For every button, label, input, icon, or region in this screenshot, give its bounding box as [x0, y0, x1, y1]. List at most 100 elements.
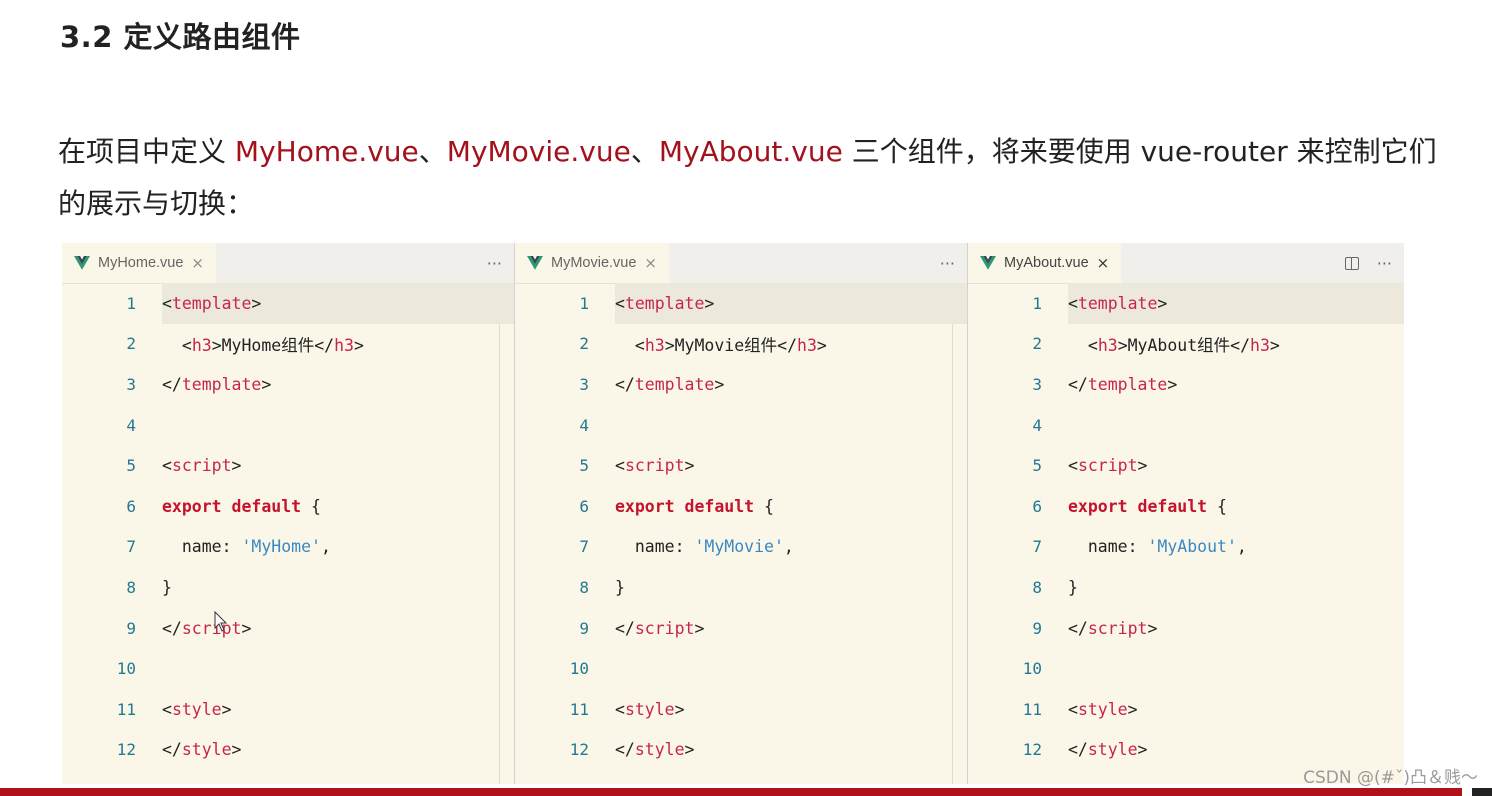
corner-block — [1472, 788, 1492, 796]
line-number: 1 — [579, 293, 589, 313]
code-text: <template> — [1068, 294, 1167, 313]
tab-myhome[interactable]: MyHome.vue × — [62, 243, 216, 283]
code-token: > — [353, 335, 364, 355]
line-number: 4 — [1032, 415, 1042, 435]
code-token: > — [684, 740, 695, 760]
tag-token: style — [634, 740, 685, 760]
line-number: 2 — [126, 334, 136, 354]
code-token: > — [1137, 456, 1148, 476]
code-text: <script> — [615, 456, 694, 475]
line-number: 5 — [126, 456, 136, 476]
vue-logo-icon — [527, 256, 543, 270]
code-line[interactable]: 8} — [968, 567, 1404, 608]
slide-bottom-bar — [0, 788, 1462, 796]
line-number: 4 — [579, 415, 589, 435]
code-line[interactable]: 10 — [62, 648, 514, 689]
tag-token: style — [171, 699, 222, 719]
line-number: 10 — [569, 659, 589, 679]
tag-token: h3 — [797, 335, 817, 355]
close-icon[interactable]: × — [644, 254, 657, 272]
code-area[interactable]: 1 < template > 2 <h3>MyMovie组件</h3> 3 </templa… — [515, 283, 967, 784]
code-token: < — [162, 335, 192, 355]
code-token: name: — [162, 537, 242, 557]
code-line[interactable]: 3 </template> — [62, 364, 514, 405]
code-line[interactable]: 7 name: 'MyHome', — [62, 527, 514, 568]
para-prefix: 在项目中定义 — [58, 135, 235, 168]
close-icon[interactable]: × — [191, 254, 204, 272]
line-number: 3 — [1032, 374, 1042, 394]
tab-myabout[interactable]: MyAbout.vue × — [968, 243, 1122, 283]
code-token: </ — [615, 740, 635, 760]
code-line[interactable]: 7 name: 'MyMovie', — [515, 527, 967, 568]
code-token: > — [221, 699, 232, 719]
code-line[interactable]: 3 </template> — [968, 364, 1404, 405]
code-text: <h3>MyMovie组件</h3> — [615, 332, 827, 356]
more-actions-icon[interactable]: ··· — [1377, 254, 1392, 273]
line-number: 5 — [1032, 456, 1042, 476]
line-number: 7 — [579, 537, 589, 557]
code-text: name: 'MyHome', — [162, 537, 331, 556]
tab-mymovie[interactable]: MyMovie.vue × — [515, 243, 669, 283]
more-actions-icon[interactable]: ··· — [940, 254, 955, 273]
line-number: 12 — [1022, 740, 1042, 760]
more-actions-icon[interactable]: ··· — [487, 254, 502, 273]
code-line[interactable]: 8} — [62, 567, 514, 608]
code-line[interactable]: 5 <script> — [968, 445, 1404, 486]
code-line[interactable]: 4 — [62, 405, 514, 446]
code-line[interactable]: 12 </style> — [62, 730, 514, 771]
code-line[interactable]: 11 <style> — [515, 689, 967, 730]
code-line[interactable]: 1 <template> — [126, 283, 514, 324]
line-number: 6 — [126, 496, 136, 516]
tag-token: style — [1087, 740, 1138, 760]
code-line[interactable]: 5 <script> — [62, 445, 514, 486]
code-line[interactable]: 10 — [515, 648, 967, 689]
code-token: > — [231, 740, 242, 760]
code-line[interactable]: 6 export default { — [515, 486, 967, 527]
code-text: </template> — [1068, 375, 1177, 394]
line-number: 7 — [1032, 537, 1042, 557]
code-line[interactable]: 11 <style> — [968, 689, 1404, 730]
code-line[interactable]: 1 <template> — [1032, 283, 1404, 324]
tag-token: template — [634, 374, 715, 394]
code-token: </ — [162, 740, 182, 760]
tab-label: MyAbout.vue — [1004, 255, 1089, 271]
code-token: < — [1068, 293, 1078, 313]
code-area[interactable]: 1 <template> 2 <h3>MyHome组件</h3> 3 </templat… — [62, 283, 514, 784]
code-line[interactable]: 6 export default { — [62, 486, 514, 527]
code-line[interactable]: 7 name: 'MyAbout', — [968, 527, 1404, 568]
code-token: > — [261, 374, 272, 394]
code-line[interactable]: 8} — [515, 567, 967, 608]
para-sep-2: 、 — [630, 135, 659, 168]
code-line[interactable]: 2 <h3>MyHome组件</h3> — [62, 324, 514, 365]
code-line[interactable]: 3 </template> — [515, 364, 967, 405]
tab-actions: ··· — [940, 243, 955, 283]
line-number: 6 — [1032, 496, 1042, 516]
split-editor-icon[interactable] — [1344, 256, 1359, 270]
code-line[interactable]: 1 <template> — [579, 283, 967, 324]
code-line[interactable]: 9 </script> — [968, 608, 1404, 649]
code-line[interactable]: 12 </style> — [515, 730, 967, 771]
code-token: < — [162, 699, 172, 719]
line-number: 7 — [126, 537, 136, 557]
code-line[interactable]: 4 — [968, 405, 1404, 446]
code-line[interactable]: 2 <h3>MyMovie组件</h3> — [515, 324, 967, 365]
code-line[interactable]: 4 — [515, 405, 967, 446]
code-line[interactable]: 10 — [968, 648, 1404, 689]
code-line[interactable]: 11 <style> — [62, 689, 514, 730]
code-area[interactable]: 1 <template> 2 <h3>MyAbout组件</h3> 3 </templa… — [968, 283, 1404, 784]
code-token: < — [615, 293, 625, 313]
code-text: name: 'MyMovie', — [615, 537, 794, 556]
code-token: name: — [615, 537, 695, 557]
string-token: 'MyMovie' — [694, 537, 784, 557]
code-token: </ — [1068, 740, 1088, 760]
code-line[interactable]: 6 export default { — [968, 486, 1404, 527]
close-icon[interactable]: × — [1097, 254, 1110, 272]
code-line[interactable]: 9 </script> — [515, 608, 967, 649]
code-line[interactable]: 2 <h3>MyAbout组件</h3> — [968, 324, 1404, 365]
line-number: 1 — [126, 293, 136, 313]
code-token: < — [615, 456, 625, 476]
editor-pane-mymovie: MyMovie.vue × ··· 1 < template > 2 <h3>MyMov… — [514, 243, 967, 784]
line-number: 8 — [1032, 577, 1042, 597]
code-line[interactable]: 9 </script> — [62, 608, 514, 649]
code-line[interactable]: 5 <script> — [515, 445, 967, 486]
